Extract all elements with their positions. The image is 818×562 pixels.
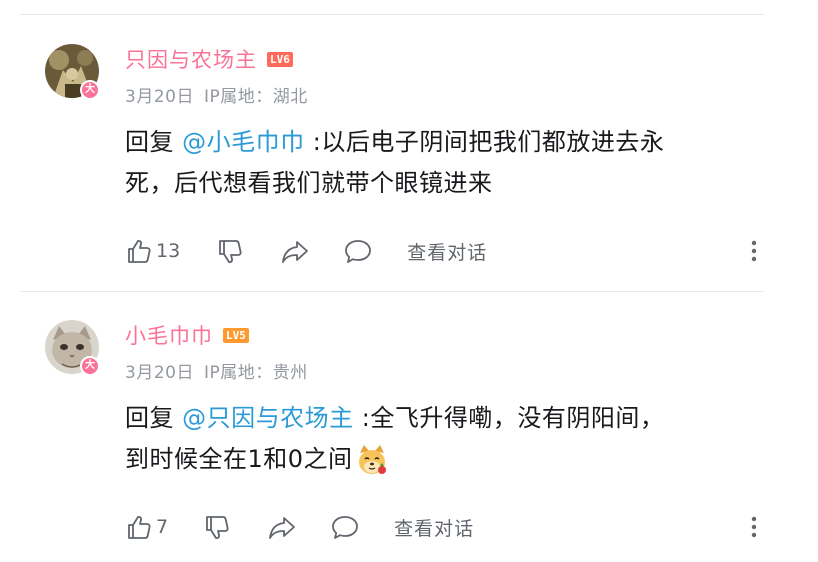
ip-location: IP属地：湖北 (203, 87, 308, 107)
comment-body-1: :以后电子阴间把我们都放进去永 (304, 128, 665, 156)
dog-emoji-icon (358, 444, 386, 474)
avatar[interactable]: 大 (45, 320, 100, 376)
like-button[interactable]: 7 (125, 513, 168, 541)
username-row: 小毛巾巾 LV5 (125, 320, 249, 350)
comment-divider (20, 291, 764, 292)
like-count: 13 (156, 240, 181, 262)
comment-body-2: 死，后代想看我们就带个眼镜进来 (125, 169, 493, 197)
comment-bubble-icon (332, 516, 358, 539)
reply-prefix: 回复 (125, 128, 183, 156)
comment-line-1: 回复 @小毛巾巾 :以后电子阴间把我们都放进去永 (125, 122, 745, 163)
comment-body-2: 到时候全在1和0之间 (125, 445, 353, 473)
comment-bubble-icon (345, 240, 372, 263)
top-divider (20, 14, 764, 15)
ip-location: IP属地：贵州 (203, 363, 308, 383)
mention-link[interactable]: @只因与农场主 (182, 404, 354, 432)
more-vertical-icon (751, 240, 757, 262)
action-bar: 13 查看对话 (125, 236, 757, 266)
avatar[interactable]: 大 (45, 44, 100, 100)
reply-button[interactable] (330, 513, 360, 541)
more-button[interactable] (751, 512, 757, 542)
username-row: 只因与农场主 LV6 (125, 44, 293, 74)
username[interactable]: 只因与农场主 (125, 44, 257, 74)
thumb-up-icon (128, 516, 151, 539)
dislike-button[interactable] (203, 513, 231, 541)
comment-meta: 3月20日 IP属地：贵州 (125, 358, 308, 383)
comment-text: 回复 @小毛巾巾 :以后电子阴间把我们都放进去永 死，后代想看我们就带个眼镜进来 (125, 122, 745, 204)
thumb-down-icon (206, 516, 229, 539)
share-button[interactable] (280, 237, 310, 265)
view-conversation-link[interactable]: 查看对话 (394, 514, 474, 541)
reply-prefix: 回复 (125, 404, 183, 432)
level-badge: LV6 (267, 51, 293, 67)
vip-badge: 大 (80, 356, 100, 376)
comment-body-1: :全飞升得嘞，没有阴阳间， (353, 404, 665, 432)
level-badge: LV5 (223, 327, 249, 343)
reply-button[interactable] (343, 237, 373, 265)
more-button[interactable] (751, 236, 757, 266)
dislike-button[interactable] (216, 237, 244, 265)
comment-line-2: 到时候全在1和0之间 (125, 439, 745, 480)
mention-link[interactable]: @小毛巾巾 (182, 128, 305, 156)
view-conversation-link[interactable]: 查看对话 (407, 238, 487, 265)
comment-date: 3月20日 (125, 87, 194, 107)
share-button[interactable] (267, 513, 297, 541)
share-icon (269, 517, 295, 539)
comment-text: 回复 @只因与农场主 :全飞升得嘞，没有阴阳间， 到时候全在1和0之间 (125, 398, 745, 480)
thumb-up-icon (128, 240, 151, 263)
action-bar: 7 查看对话 (125, 512, 757, 542)
like-count: 7 (156, 516, 169, 538)
vip-badge: 大 (80, 80, 100, 100)
comment-date: 3月20日 (125, 363, 194, 383)
comment-meta: 3月20日 IP属地：湖北 (125, 82, 308, 107)
more-vertical-icon (751, 516, 757, 538)
comment-line-1: 回复 @只因与农场主 :全飞升得嘞，没有阴阳间， (125, 398, 745, 439)
thumb-down-icon (219, 240, 242, 263)
share-icon (282, 241, 309, 263)
comment-line-2: 死，后代想看我们就带个眼镜进来 (125, 163, 745, 204)
username[interactable]: 小毛巾巾 (125, 320, 213, 350)
like-button[interactable]: 13 (125, 237, 180, 265)
